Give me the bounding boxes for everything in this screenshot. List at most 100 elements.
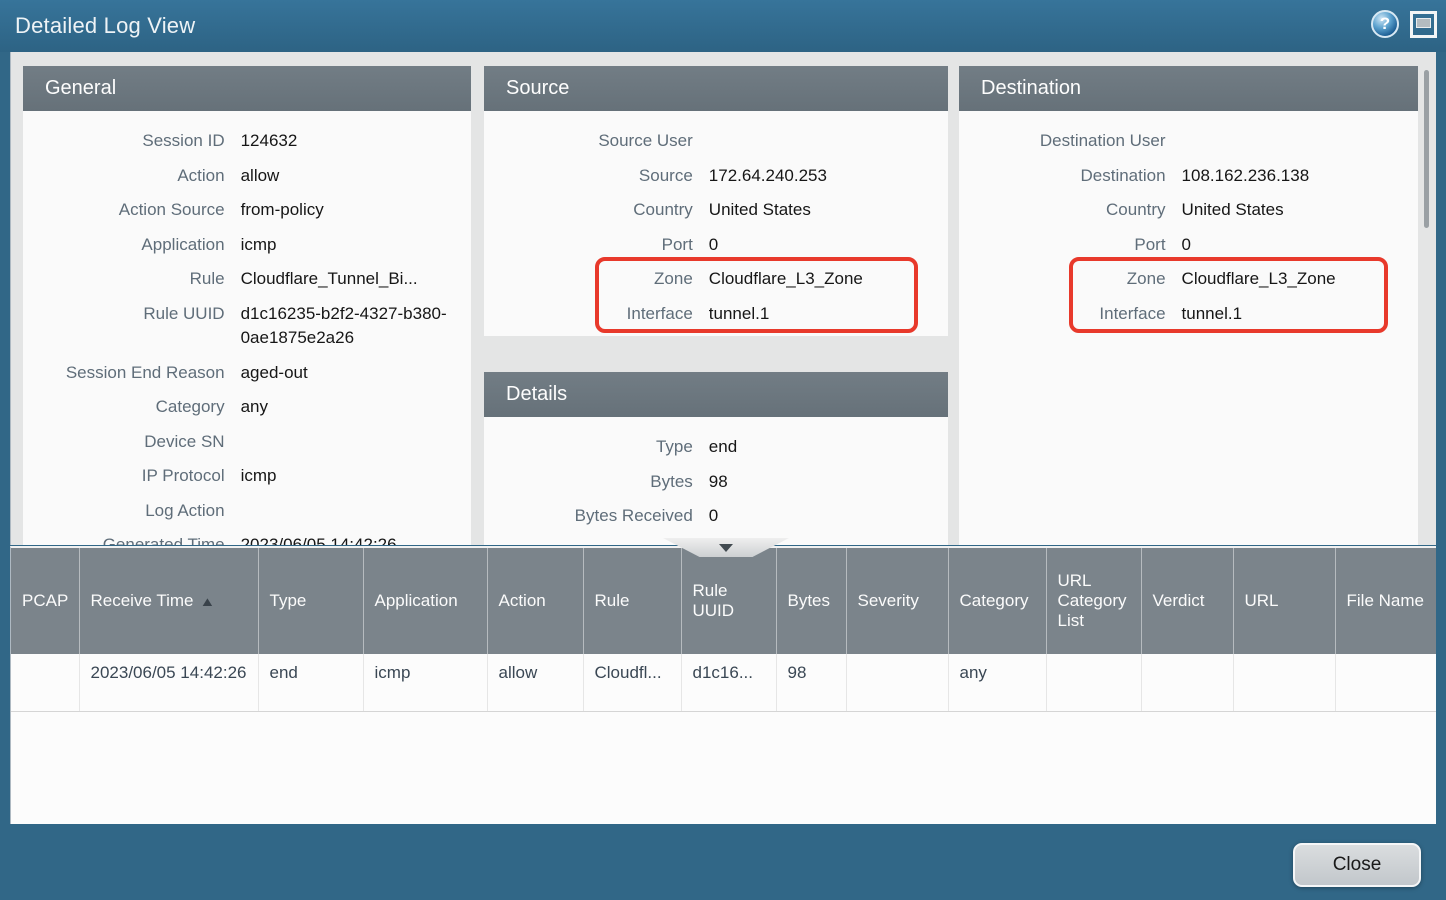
- dialog-titlebar: Detailed Log View ?: [0, 0, 1446, 52]
- maximize-icon[interactable]: [1410, 11, 1437, 38]
- field-row: Application icmp: [23, 228, 471, 263]
- cell-category: any: [948, 654, 1046, 711]
- cell-pcap: [11, 654, 79, 711]
- column-header-url-category-list[interactable]: URL Category List: [1046, 548, 1141, 654]
- sort-ascending-icon: ▲: [200, 594, 216, 609]
- column-header-file-name[interactable]: File Name: [1335, 548, 1436, 654]
- field-label: Port: [484, 233, 693, 258]
- column-header-pcap[interactable]: PCAP: [11, 548, 79, 654]
- column-label: Action: [499, 591, 546, 610]
- field-value: 0: [1182, 233, 1418, 258]
- field-row: Source User: [484, 124, 948, 159]
- field-row: IP Protocol icmp: [23, 459, 471, 494]
- column-label: Category: [960, 591, 1029, 610]
- cell-severity: [846, 654, 948, 711]
- titlebar-icons: ?: [1371, 10, 1437, 38]
- field-value: 98: [709, 470, 948, 495]
- destination-panel: Destination Destination User Destination…: [959, 66, 1418, 545]
- column-label: Rule UUID: [693, 581, 735, 620]
- field-value: icmp: [241, 233, 471, 258]
- field-label: Log Action: [23, 499, 225, 524]
- column-label: Bytes: [788, 591, 831, 610]
- column-header-receive-time[interactable]: Receive Time ▲: [79, 548, 258, 654]
- column-label: Verdict: [1153, 591, 1205, 610]
- field-row: Type end: [484, 430, 948, 465]
- field-value: [709, 129, 948, 154]
- column-header-bytes[interactable]: Bytes: [776, 548, 846, 654]
- details-panel: Details Type end Bytes 98 Bytes Received…: [484, 372, 948, 545]
- field-value: [241, 430, 471, 455]
- column-header-rule-uuid[interactable]: Rule UUID: [681, 548, 776, 654]
- field-value: 0: [709, 504, 948, 529]
- column-header-type[interactable]: Type: [258, 548, 363, 654]
- cell-url-category-list: [1046, 654, 1141, 711]
- cell-receive-time: 2023/06/05 14:42:26: [79, 654, 258, 711]
- field-row: Category any: [23, 390, 471, 425]
- column-label: PCAP: [22, 591, 68, 610]
- field-label: Zone: [484, 267, 693, 292]
- field-row: Rule Cloudflare_Tunnel_Bi...: [23, 262, 471, 297]
- help-icon[interactable]: ?: [1371, 10, 1399, 38]
- field-label: Action: [23, 164, 225, 189]
- general-panel-body: Session ID 124632 Action allow Action So…: [23, 111, 471, 545]
- field-label: Destination User: [959, 129, 1166, 154]
- field-value: d1c16235-b2f2-4327-b380-0ae1875e2a26: [241, 302, 471, 351]
- field-label: Device SN: [23, 430, 225, 455]
- source-panel: Source Source User Source 172.64.240.253…: [484, 66, 948, 336]
- column-header-verdict[interactable]: Verdict: [1141, 548, 1233, 654]
- field-row: Zone Cloudflare_L3_Zone: [959, 262, 1418, 297]
- field-label: Destination: [959, 164, 1166, 189]
- column-label: Receive Time: [91, 591, 194, 610]
- general-panel: General Session ID 124632 Action allow A…: [23, 66, 471, 545]
- field-row: Interface tunnel.1: [959, 297, 1418, 332]
- field-row: Device SN: [23, 425, 471, 460]
- cell-type: end: [258, 654, 363, 711]
- field-row: Log Action: [23, 494, 471, 529]
- field-label: Bytes: [484, 470, 693, 495]
- details-panel-body: Type end Bytes 98 Bytes Received 0: [484, 417, 948, 540]
- field-label: Application: [23, 233, 225, 258]
- field-row: Interface tunnel.1: [484, 297, 948, 332]
- field-label: Rule: [23, 267, 225, 292]
- field-label: Rule UUID: [23, 302, 225, 351]
- field-value: end: [709, 435, 948, 460]
- cell-file-name: [1335, 654, 1436, 711]
- field-value: 0: [709, 233, 948, 258]
- column-header-application[interactable]: Application: [363, 548, 487, 654]
- cell-verdict: [1141, 654, 1233, 711]
- field-label: Source User: [484, 129, 693, 154]
- close-button[interactable]: Close: [1293, 843, 1421, 887]
- field-label: Type: [484, 435, 693, 460]
- field-value: allow: [241, 164, 471, 189]
- column-label: Rule: [595, 591, 630, 610]
- column-header-severity[interactable]: Severity: [846, 548, 948, 654]
- field-row: Bytes Received 0: [484, 499, 948, 534]
- vertical-scrollbar-thumb[interactable]: [1424, 70, 1429, 228]
- field-value: any: [241, 395, 471, 420]
- field-row: Action allow: [23, 159, 471, 194]
- log-table-row[interactable]: 2023/06/05 14:42:26 end icmp allow Cloud…: [11, 654, 1436, 711]
- field-label: Session End Reason: [23, 361, 225, 386]
- column-label: URL Category List: [1058, 571, 1127, 630]
- field-label: Zone: [959, 267, 1166, 292]
- field-value: Cloudflare_L3_Zone: [1182, 267, 1418, 292]
- field-row: Session End Reason aged-out: [23, 356, 471, 391]
- column-header-action[interactable]: Action: [487, 548, 583, 654]
- field-value: icmp: [241, 464, 471, 489]
- column-header-rule[interactable]: Rule: [583, 548, 681, 654]
- field-value: [1182, 129, 1418, 154]
- column-label: URL: [1245, 591, 1279, 610]
- field-label: Generated Time: [23, 533, 225, 545]
- log-table: PCAP Receive Time ▲ Type Application Acti…: [11, 548, 1436, 712]
- field-value: 108.162.236.138: [1182, 164, 1418, 189]
- column-header-url[interactable]: URL: [1233, 548, 1335, 654]
- field-value: [241, 499, 471, 524]
- maximize-icon-inner: [1416, 18, 1431, 28]
- cell-application: icmp: [363, 654, 487, 711]
- field-value: 2023/06/05 14:42:26: [241, 533, 471, 545]
- column-header-category[interactable]: Category: [948, 548, 1046, 654]
- source-panel-body: Source User Source 172.64.240.253 Countr…: [484, 111, 948, 337]
- field-label: Country: [484, 198, 693, 223]
- column-label: File Name: [1347, 591, 1424, 610]
- destination-zone-interface-group: Zone Cloudflare_L3_Zone Interface tunnel…: [959, 262, 1418, 331]
